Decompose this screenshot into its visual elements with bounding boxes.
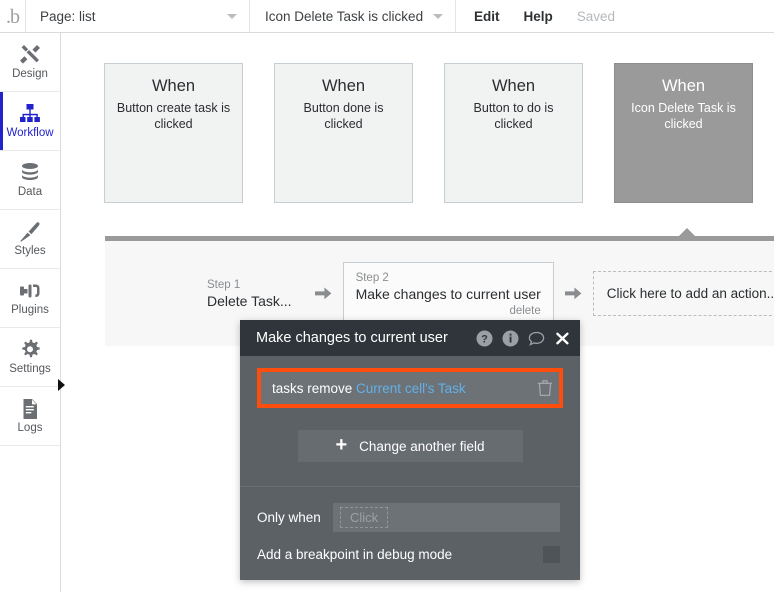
sidebar-item-logs[interactable]: Logs <box>0 387 60 446</box>
chevron-down-icon <box>227 14 237 19</box>
field-value[interactable]: Current cell's Task <box>356 381 466 396</box>
help-question-icon[interactable]: ? <box>476 330 493 347</box>
app-root: .b Page: list Icon Delete Task is clicke… <box>0 0 774 592</box>
chevron-down-icon <box>433 14 443 19</box>
page-selector-label: Page: list <box>40 8 96 24</box>
panel-header: Make changes to current user ? <box>240 320 580 356</box>
top-bar: .b Page: list Icon Delete Task is clicke… <box>0 0 774 33</box>
document-lines-icon <box>18 397 42 421</box>
left-sidebar: Design Workflow Data Styles Plugins Sett… <box>0 33 61 592</box>
breakpoint-row: Add a breakpoint in debug mode <box>240 534 580 574</box>
sidebar-item-settings[interactable]: Settings <box>0 328 60 387</box>
database-icon <box>18 161 42 185</box>
bubble-logo-glyph: .b <box>6 6 20 28</box>
comment-bubble-icon[interactable] <box>528 330 545 347</box>
event-card-when: When <box>661 77 706 95</box>
panel-divider <box>240 486 580 487</box>
event-card[interactable]: When Button to do is clicked <box>444 63 583 203</box>
breakpoint-checkbox[interactable] <box>543 545 560 563</box>
save-status: Saved <box>576 8 616 24</box>
collapse-arrow-icon[interactable] <box>58 379 65 391</box>
paintbrush-icon <box>18 220 42 244</box>
only-when-input[interactable]: Click <box>333 503 560 532</box>
event-card-when: When <box>151 77 196 95</box>
gear-icon <box>18 338 42 362</box>
sidebar-item-label: Design <box>12 68 48 81</box>
sidebar-item-design[interactable]: Design <box>0 33 60 92</box>
step-title: Delete Task... <box>207 293 292 309</box>
sidebar-item-label: Settings <box>9 363 51 376</box>
trash-icon[interactable] <box>537 379 553 397</box>
arrow-right-icon <box>564 285 582 302</box>
event-card-description: Icon Delete Task is clicked <box>631 101 736 131</box>
step-title: Make changes to current user <box>355 286 541 302</box>
event-card[interactable]: When Button done is clicked <box>274 63 413 203</box>
event-card-description: Button to do is clicked <box>473 101 554 131</box>
change-another-field-label: Change another field <box>359 438 485 454</box>
event-selector[interactable]: Icon Delete Task is clicked <box>250 0 456 32</box>
add-action-button[interactable]: Click here to add an action... <box>592 271 774 316</box>
close-icon[interactable] <box>554 330 571 347</box>
action-properties-panel: Make changes to current user ? tasks rem… <box>240 320 580 580</box>
only-when-row: Only when Click <box>240 501 580 534</box>
step-subtitle: delete <box>509 305 541 317</box>
field-expression: tasks remove Current cell's Task <box>272 381 537 396</box>
event-card[interactable]: When Button create task is clicked <box>104 63 243 203</box>
sidebar-item-workflow[interactable]: Workflow <box>0 92 60 151</box>
change-another-field-button[interactable]: + Change another field <box>297 430 523 462</box>
event-card-description: Button create task is clicked <box>116 101 231 131</box>
field-name: tasks remove <box>272 380 353 396</box>
design-tools-icon <box>18 43 42 67</box>
event-card-description: Button done is clicked <box>303 101 384 131</box>
plug-icon <box>18 279 42 303</box>
top-bar-actions: Edit Help Saved <box>456 0 615 32</box>
panel-title: Make changes to current user <box>256 330 448 346</box>
event-card-when: When <box>321 77 366 95</box>
sidebar-item-plugins[interactable]: Plugins <box>0 269 60 328</box>
only-when-label: Only when <box>257 510 321 525</box>
sidebar-item-label: Logs <box>17 422 43 435</box>
event-card-when: When <box>491 77 536 95</box>
workflow-hierarchy-icon <box>18 102 42 126</box>
svg-text:?: ? <box>481 333 488 345</box>
panel-body: tasks remove Current cell's Task + Chang… <box>240 356 580 574</box>
sidebar-item-styles[interactable]: Styles <box>0 210 60 269</box>
event-cards-row: When Button create task is clicked When … <box>104 63 753 203</box>
step-number: Step 1 <box>207 279 241 291</box>
plus-icon: + <box>335 434 348 456</box>
field-row[interactable]: tasks remove Current cell's Task <box>261 372 559 404</box>
step-1[interactable]: Step 1 Delete Task... <box>195 270 304 317</box>
panel-header-icons: ? <box>476 330 571 347</box>
event-card-selected[interactable]: When Icon Delete Task is clicked <box>614 63 753 203</box>
step-number: Step 2 <box>355 272 389 284</box>
edit-button[interactable]: Edit <box>474 9 500 24</box>
bubble-logo-icon[interactable]: .b <box>0 0 26 32</box>
sidebar-item-label: Workflow <box>6 127 54 140</box>
sidebar-item-label: Data <box>17 186 43 199</box>
event-selector-label: Icon Delete Task is clicked <box>265 8 424 24</box>
sidebar-item-label: Styles <box>14 245 46 258</box>
info-icon[interactable] <box>502 330 519 347</box>
page-selector[interactable]: Page: list <box>26 0 250 32</box>
breakpoint-label: Add a breakpoint in debug mode <box>257 546 453 562</box>
arrow-right-icon <box>314 285 332 302</box>
field-highlight-box: tasks remove Current cell's Task <box>257 368 563 408</box>
step-2[interactable]: Step 2 Make changes to current user dele… <box>342 262 554 325</box>
sidebar-item-data[interactable]: Data <box>0 151 60 210</box>
help-button[interactable]: Help <box>524 9 553 24</box>
sidebar-item-label: Plugins <box>11 304 49 317</box>
only-when-placeholder: Click <box>340 507 389 528</box>
